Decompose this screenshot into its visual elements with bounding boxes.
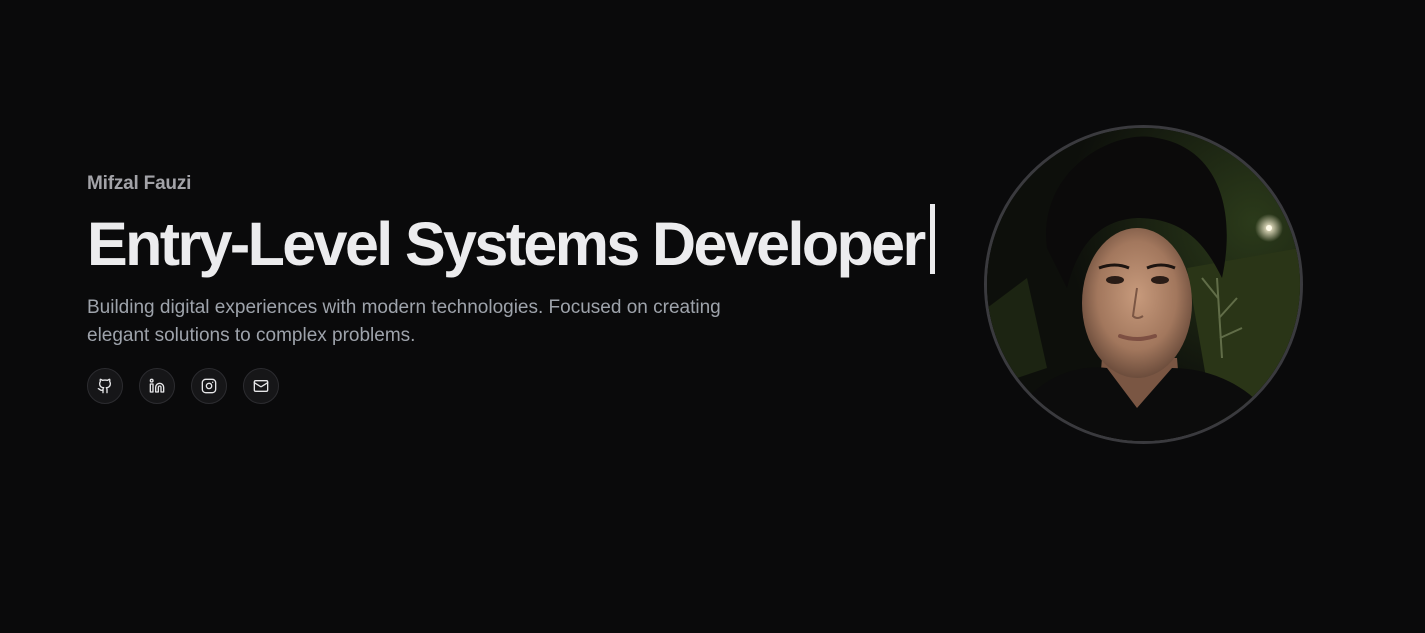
- hero-section: Mifzal Fauzi Entry-Level Systems Develop…: [0, 0, 1425, 633]
- title-row: Entry-Level Systems Developer: [87, 204, 967, 280]
- author-name: Mifzal Fauzi: [87, 173, 192, 194]
- typing-cursor: [929, 204, 935, 274]
- mail-icon: [253, 378, 269, 394]
- github-link[interactable]: [87, 368, 123, 404]
- social-links: [87, 368, 967, 404]
- hero-description: Building digital experiences with modern…: [87, 297, 721, 346]
- linkedin-icon: [149, 378, 165, 394]
- instagram-link[interactable]: [191, 368, 227, 404]
- page-title: Entry-Level Systems Developer: [87, 210, 926, 278]
- instagram-icon: [201, 378, 217, 394]
- hero-text: Mifzal Fauzi Entry-Level Systems Develop…: [87, 172, 967, 404]
- github-icon: [97, 378, 113, 394]
- linkedin-link[interactable]: [139, 368, 175, 404]
- email-link[interactable]: [243, 368, 279, 404]
- profile-photo: [984, 125, 1303, 444]
